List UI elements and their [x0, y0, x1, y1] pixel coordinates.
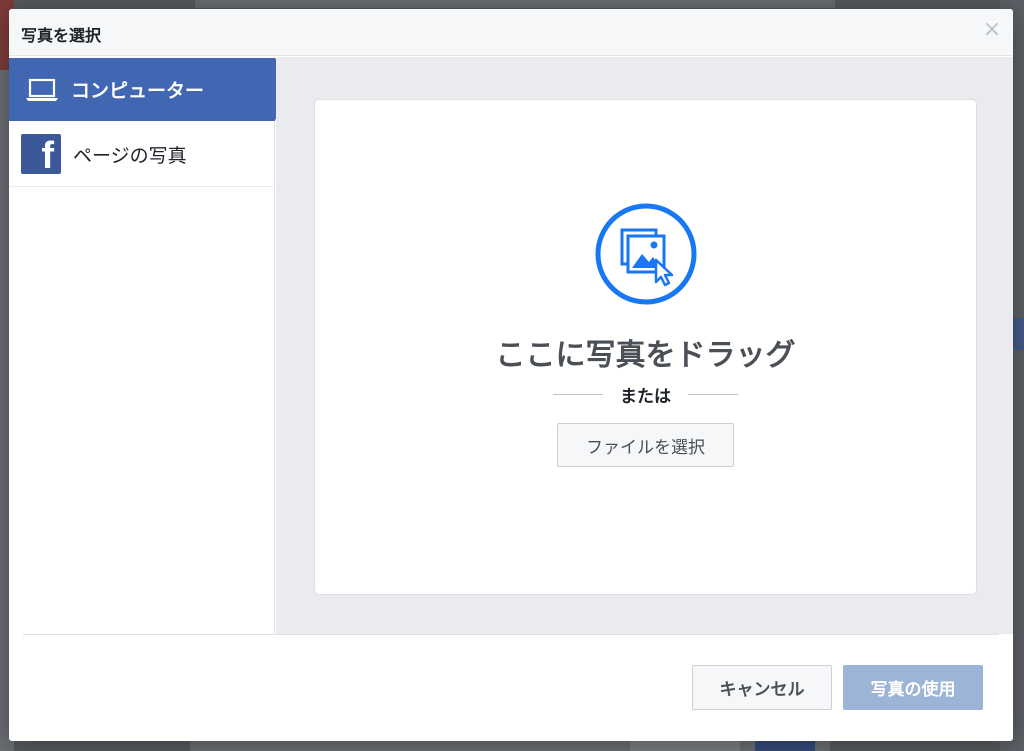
background-top-panel: [195, 0, 835, 8]
upload-area: ここに写真をドラッグ または ファイルを選択: [276, 57, 1013, 634]
drag-photo-instruction: ここに写真をドラッグ: [495, 338, 796, 373]
facebook-icon: f: [21, 134, 61, 174]
sidebar-item-page-photos[interactable]: f ページの写真: [9, 122, 275, 187]
dialog-header: 写真を選択 ×: [9, 9, 1013, 56]
use-photo-button[interactable]: 写真の使用: [843, 665, 983, 710]
select-photo-dialog: 写真を選択 × コンピューター f ページの写真 ここに写真をドラッグ または …: [9, 9, 1013, 741]
sidebar-item-computer[interactable]: コンピューター: [9, 58, 300, 121]
laptop-icon: [26, 78, 58, 101]
sidebar-item-label: ページの写真: [73, 144, 187, 167]
footer-divider: [23, 634, 999, 635]
divider-line: [688, 393, 738, 395]
choose-file-button[interactable]: ファイルを選択: [557, 423, 734, 467]
photo-upload-icon: [595, 203, 697, 305]
dialog-title: 写真を選択: [21, 26, 102, 45]
cancel-button[interactable]: キャンセル: [692, 665, 832, 710]
sidebar-item-label: コンピューター: [71, 80, 205, 102]
or-separator: または: [553, 383, 738, 407]
source-sidebar: コンピューター f ページの写真: [9, 57, 300, 634]
or-label: または: [620, 386, 671, 407]
close-icon[interactable]: ×: [981, 19, 1003, 41]
photo-drop-zone[interactable]: ここに写真をドラッグ または ファイルを選択: [314, 99, 977, 595]
divider-line: [553, 393, 603, 395]
